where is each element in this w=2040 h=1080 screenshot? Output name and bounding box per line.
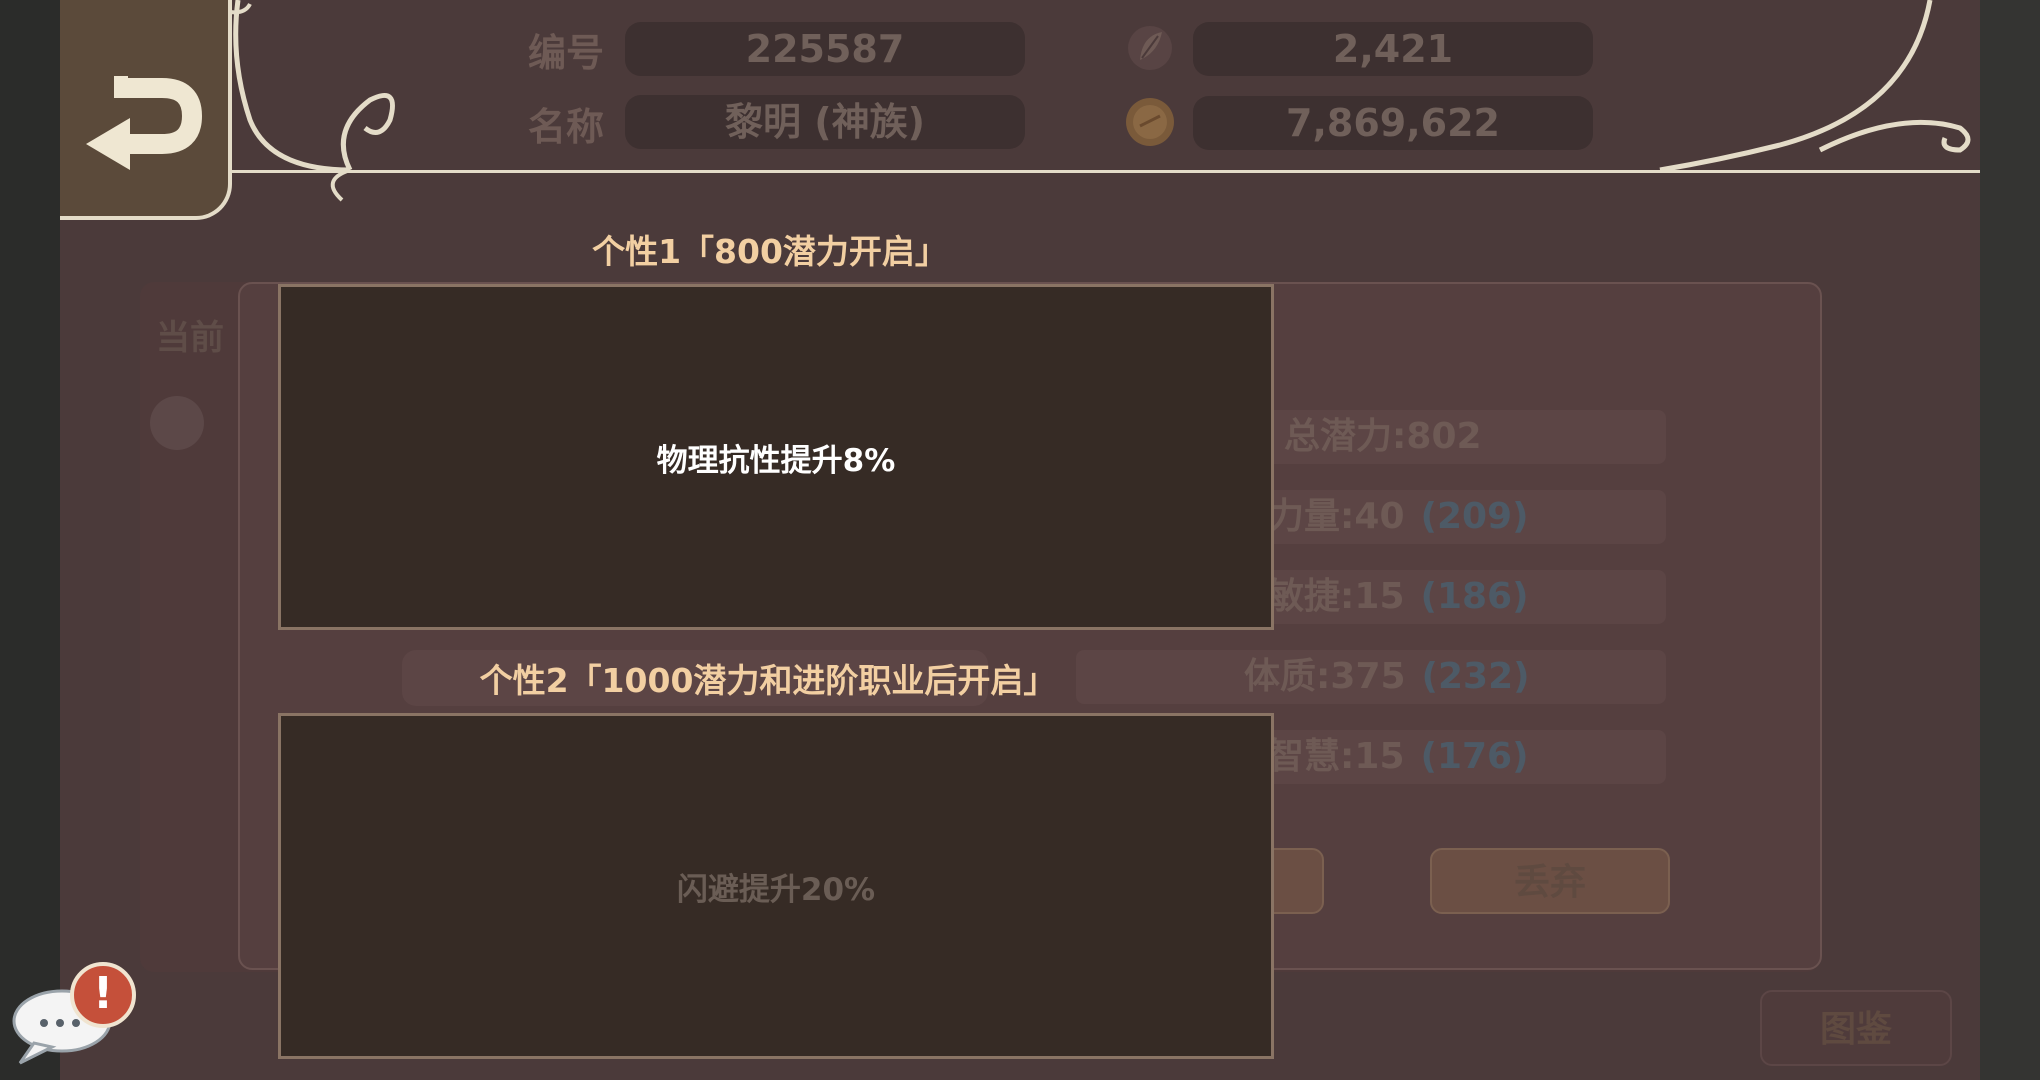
current-label: 当前 [156, 318, 224, 358]
frame-flourish-right [1659, 0, 1971, 173]
stat-constitution: 体质:375 (232) [1076, 650, 1666, 704]
back-button[interactable] [60, 0, 232, 220]
back-arrow-icon [86, 76, 202, 170]
dim-circle [150, 396, 204, 450]
id-field: 225587 [625, 22, 1025, 76]
exclamation-icon[interactable]: ! [70, 962, 136, 1028]
frame-flourish-left [233, 0, 395, 202]
id-label: 编号 [528, 31, 605, 75]
discard-button[interactable]: 丢弃 [1430, 848, 1670, 914]
name-label: 名称 [528, 105, 605, 149]
codex-button[interactable]: 图鉴 [1760, 990, 1952, 1066]
feather-scroll-icon [1128, 26, 1172, 70]
currency2-field: 7,869,622 [1193, 96, 1593, 150]
name-field: 黎明 (神族) [625, 95, 1025, 149]
gold-coin-icon [1126, 98, 1174, 146]
trait-1-title: 个性1「800潜力开启」 [592, 232, 948, 271]
trait-2-description: 闪避提升20% [676, 871, 876, 908]
outer-background-left [0, 0, 60, 1080]
trait-2-box: 闪避提升20% [278, 713, 1274, 1059]
trait-1-description: 物理抗性提升8% [656, 442, 896, 479]
outer-background-right [1980, 0, 2040, 1080]
trait-1-box: 物理抗性提升8% [278, 284, 1274, 630]
trait-2-title: 个性2「1000潜力和进阶职业后开启」 [479, 661, 1057, 700]
currency1-field: 2,421 [1193, 22, 1593, 76]
